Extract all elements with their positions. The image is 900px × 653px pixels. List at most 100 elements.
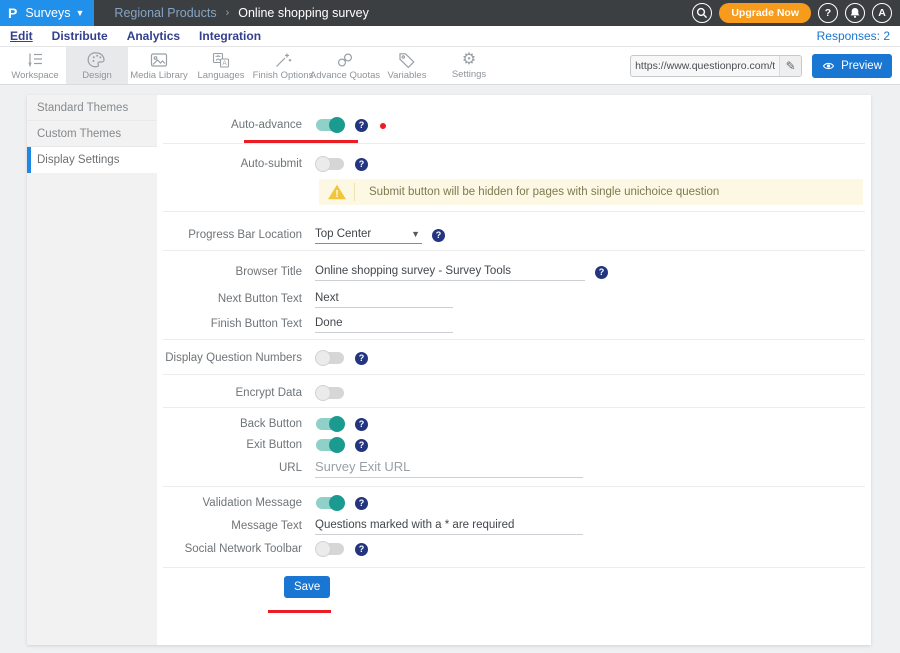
tool-finish-options[interactable]: Finish Options	[252, 47, 314, 84]
responses-count[interactable]: Responses: 2	[817, 29, 890, 43]
next-button-label: Next Button Text	[163, 293, 302, 305]
tool-label: Settings	[452, 69, 486, 80]
next-button-input[interactable]	[315, 290, 453, 308]
question-circle-icon[interactable]: ?	[355, 439, 368, 452]
warning-text: Submit button will be hidden for pages w…	[355, 186, 719, 198]
search-button[interactable]	[692, 3, 712, 23]
back-button-label: Back Button	[163, 418, 302, 430]
workspace-icon	[25, 51, 45, 69]
encrypt-data-label: Encrypt Data	[163, 387, 302, 399]
page-background: Standard Themes Custom Themes Display Se…	[0, 85, 900, 653]
auto-advance-toggle[interactable]	[315, 117, 345, 133]
auto-submit-toggle[interactable]	[315, 156, 345, 172]
tool-label: Design	[82, 70, 112, 81]
caret-down-icon: ▼	[411, 229, 420, 239]
question-circle-icon[interactable]: ?	[595, 266, 608, 279]
validation-message-toggle[interactable]	[315, 495, 345, 511]
media-library-icon	[149, 51, 169, 69]
help-button[interactable]: ?	[818, 3, 838, 23]
row-validation-message: Validation Message ?	[163, 495, 865, 511]
avatar[interactable]: A	[872, 3, 892, 23]
breadcrumb-parent[interactable]: Regional Products	[114, 6, 216, 20]
group-question-numbers: Display Question Numbers ?	[163, 340, 865, 375]
group-text-fields: Browser Title ? Next Button Text Finish …	[163, 251, 865, 340]
row-finish-button-text: Finish Button Text	[163, 315, 865, 333]
survey-url-input[interactable]	[631, 60, 779, 72]
svg-text:!: !	[335, 189, 338, 200]
breadcrumb-current: Online shopping survey	[238, 6, 369, 20]
eye-icon	[822, 61, 835, 71]
question-circle-icon[interactable]: ?	[355, 119, 368, 132]
nav-analytics[interactable]: Analytics	[127, 29, 180, 43]
progress-bar-select[interactable]: Top Center ▼	[315, 226, 422, 244]
back-button-toggle[interactable]	[315, 416, 345, 432]
pencil-icon: ✎	[786, 59, 796, 73]
message-text-input[interactable]	[315, 517, 583, 535]
edit-url-button[interactable]: ✎	[779, 56, 801, 76]
row-auto-submit: Auto-submit ?	[163, 156, 865, 172]
group-save: Save	[163, 576, 865, 598]
annotation-underline-auto-advance	[244, 140, 358, 143]
breadcrumb-separator: ›	[226, 7, 230, 19]
row-progress-bar: Progress Bar Location Top Center ▼ ?	[163, 226, 865, 244]
sidebar-item-display-settings[interactable]: Display Settings	[27, 147, 157, 173]
tool-media-library[interactable]: Media Library	[128, 47, 190, 84]
nav-integration[interactable]: Integration	[199, 29, 261, 43]
exit-button-toggle[interactable]	[315, 437, 345, 453]
row-browser-title: Browser Title ?	[163, 263, 865, 281]
tool-settings[interactable]: ⚙ Settings	[438, 47, 500, 84]
exit-button-label: Exit Button	[163, 439, 302, 451]
row-next-button-text: Next Button Text	[163, 290, 865, 308]
social-toolbar-label: Social Network Toolbar	[163, 543, 302, 555]
warning-icon-wrap: !	[319, 183, 355, 201]
group-auto-submit: Auto-submit ? ! Submit button will be hi…	[163, 144, 865, 212]
brand-area[interactable]: P Surveys ▼	[0, 0, 94, 26]
question-circle-icon[interactable]: ?	[355, 543, 368, 556]
row-auto-advance: Auto-advance ?	[163, 117, 865, 133]
encrypt-data-toggle[interactable]	[315, 385, 345, 401]
finish-options-icon	[273, 51, 293, 69]
row-back-button: Back Button ?	[163, 416, 865, 432]
progress-bar-label: Progress Bar Location	[163, 229, 302, 241]
group-validation: Validation Message ? Message Text Social…	[163, 487, 865, 568]
warning-icon: !	[327, 183, 347, 201]
group-progress-bar: Progress Bar Location Top Center ▼ ?	[163, 212, 865, 251]
toolbar-right: ✎ Preview	[630, 47, 892, 85]
display-settings-form: Auto-advance ? Auto-submit ?	[157, 95, 871, 645]
tool-design[interactable]: Design	[66, 47, 128, 84]
finish-button-input[interactable]	[315, 315, 453, 333]
tool-label: Workspace	[11, 70, 58, 81]
nav-distribute[interactable]: Distribute	[52, 29, 108, 43]
search-icon	[696, 7, 708, 19]
save-button[interactable]: Save	[284, 576, 330, 598]
bell-icon	[849, 7, 861, 19]
themes-sidebar: Standard Themes Custom Themes Display Se…	[27, 95, 157, 645]
sidebar-item-custom-themes[interactable]: Custom Themes	[27, 121, 157, 147]
sidebar-item-standard-themes[interactable]: Standard Themes	[27, 95, 157, 121]
upgrade-now-button[interactable]: Upgrade Now	[719, 3, 811, 23]
nav-edit[interactable]: Edit	[10, 29, 33, 43]
question-numbers-toggle[interactable]	[315, 350, 345, 366]
surveys-menu[interactable]: Surveys ▼	[25, 6, 84, 20]
browser-title-input[interactable]	[315, 263, 585, 281]
social-toolbar-toggle[interactable]	[315, 541, 345, 557]
question-circle-icon[interactable]: ?	[355, 418, 368, 431]
tool-variables[interactable]: Variables	[376, 47, 438, 84]
row-question-numbers: Display Question Numbers ?	[163, 350, 865, 366]
tool-label: Finish Options	[253, 70, 314, 81]
chevron-down-icon: ▼	[76, 9, 85, 18]
question-circle-icon[interactable]: ?	[355, 497, 368, 510]
annotation-dot	[380, 123, 386, 129]
question-circle-icon[interactable]: ?	[432, 229, 445, 242]
group-auto-advance: Auto-advance ?	[163, 95, 865, 144]
tool-label: Variables	[388, 70, 427, 81]
question-circle-icon[interactable]: ?	[355, 158, 368, 171]
preview-button[interactable]: Preview	[812, 54, 892, 78]
tool-workspace[interactable]: Workspace	[4, 47, 66, 84]
tool-advance-quotas[interactable]: Advance Quotas	[314, 47, 376, 84]
tool-languages[interactable]: A Languages	[190, 47, 252, 84]
exit-url-input[interactable]	[315, 457, 583, 478]
preview-label: Preview	[841, 60, 882, 72]
notifications-button[interactable]	[845, 3, 865, 23]
question-circle-icon[interactable]: ?	[355, 352, 368, 365]
